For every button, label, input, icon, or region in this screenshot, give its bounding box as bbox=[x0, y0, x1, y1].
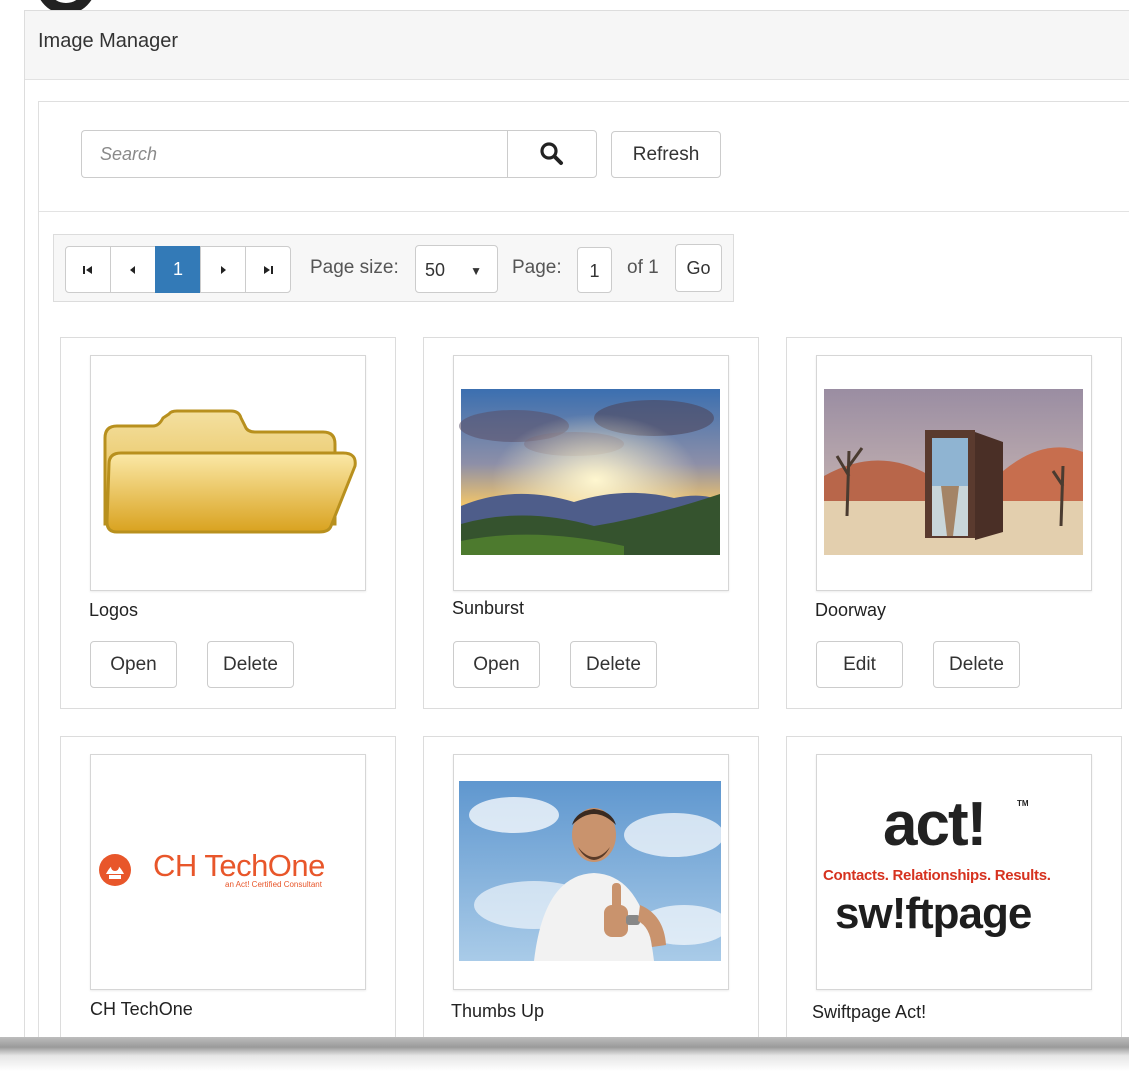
sunburst-thumbnail[interactable] bbox=[453, 355, 729, 591]
act-logo-text: act! bbox=[883, 790, 987, 859]
ch-techone-logo: CH TechOne an Act! Certified Consultant bbox=[97, 848, 361, 898]
prev-page-icon bbox=[130, 265, 135, 274]
act-tagline: Contacts. Relationships. Results. bbox=[823, 867, 1051, 884]
image-card: CH TechOne an Act! Certified Consultant … bbox=[60, 736, 396, 1071]
image-card: Sunburst Open Delete bbox=[423, 337, 759, 709]
window-title: Image Manager bbox=[38, 30, 179, 52]
pager: 1 Page size: 50 ▼ Page: 1 of 1 Go bbox=[53, 234, 734, 302]
folder-icon bbox=[103, 409, 357, 534]
page: Image Manager Refresh bbox=[0, 0, 1129, 1071]
page-size-select[interactable]: 50 ▼ bbox=[415, 245, 498, 293]
last-page-button[interactable] bbox=[245, 246, 291, 293]
image-card: Thumbs Up bbox=[423, 736, 759, 1071]
window-header: Image Manager bbox=[25, 11, 1129, 80]
open-button[interactable]: Open bbox=[453, 641, 540, 688]
swiftpage-act-thumbnail[interactable]: act! TM Contacts. Relationships. Results… bbox=[816, 754, 1092, 990]
delete-button[interactable]: Delete bbox=[933, 641, 1020, 688]
prev-page-button[interactable] bbox=[110, 246, 156, 293]
search-button[interactable] bbox=[507, 130, 597, 178]
card-title: CH TechOne bbox=[90, 999, 193, 1019]
last-page-icon bbox=[264, 265, 273, 274]
search-icon bbox=[540, 142, 563, 165]
page-label: Page: bbox=[512, 257, 562, 278]
page-size-label: Page size: bbox=[310, 257, 399, 278]
card-title: Doorway bbox=[815, 600, 887, 620]
doorway-thumbnail[interactable] bbox=[816, 355, 1092, 591]
techone-mark-icon bbox=[99, 854, 131, 886]
card-title: Swiftpage Act! bbox=[812, 1002, 927, 1022]
image-card: act! TM Contacts. Relationships. Results… bbox=[786, 736, 1122, 1071]
next-page-button[interactable] bbox=[200, 246, 246, 293]
image-manager-window: Image Manager Refresh bbox=[24, 10, 1129, 1071]
image-card: Doorway Edit Delete bbox=[786, 337, 1122, 709]
logo-subtitle: an Act! Certified Consultant bbox=[225, 880, 322, 889]
swiftpage-brand-text: sw!ftpage bbox=[835, 889, 1032, 938]
act-trademark: TM bbox=[1017, 799, 1029, 808]
next-page-icon bbox=[221, 265, 226, 274]
image-manager-panel: Refresh 1 bbox=[38, 101, 1129, 1071]
chevron-down-icon: ▼ bbox=[470, 264, 482, 278]
delete-button[interactable]: Delete bbox=[207, 641, 294, 688]
go-button[interactable]: Go bbox=[675, 244, 722, 292]
folder-thumbnail[interactable] bbox=[90, 355, 366, 591]
swiftpage-act-logo: act! TM Contacts. Relationships. Results… bbox=[817, 755, 1091, 989]
thumbs-up-photo bbox=[459, 781, 728, 961]
edit-button[interactable]: Edit bbox=[816, 641, 903, 688]
desert-doorway-image bbox=[824, 389, 1083, 555]
delete-button[interactable]: Delete bbox=[570, 641, 657, 688]
open-button[interactable]: Open bbox=[90, 641, 177, 688]
pager-buttons: 1 bbox=[65, 246, 291, 293]
first-page-button[interactable] bbox=[65, 246, 111, 293]
logo-text: CH TechOne bbox=[153, 848, 325, 883]
card-title: Logos bbox=[89, 600, 139, 620]
card-title: Thumbs Up bbox=[451, 1001, 545, 1021]
bottom-shadow bbox=[0, 1037, 1129, 1071]
page-number-input[interactable] bbox=[577, 247, 612, 293]
page-size-value: 50 bbox=[425, 260, 446, 280]
search-toolbar: Refresh bbox=[39, 102, 1129, 212]
current-page-button[interactable]: 1 bbox=[155, 246, 201, 293]
first-page-icon bbox=[83, 265, 92, 274]
ch-techone-thumbnail[interactable]: CH TechOne an Act! Certified Consultant bbox=[90, 754, 366, 990]
refresh-button[interactable]: Refresh bbox=[611, 131, 721, 178]
page-count-label: of 1 bbox=[627, 257, 659, 278]
sunburst-landscape-image bbox=[459, 389, 720, 555]
image-card: Logos Open Delete bbox=[60, 337, 396, 709]
card-title: Sunburst bbox=[452, 598, 525, 618]
thumbs-up-thumbnail[interactable] bbox=[453, 754, 729, 990]
search-input[interactable] bbox=[81, 130, 507, 178]
search-group bbox=[81, 130, 597, 178]
